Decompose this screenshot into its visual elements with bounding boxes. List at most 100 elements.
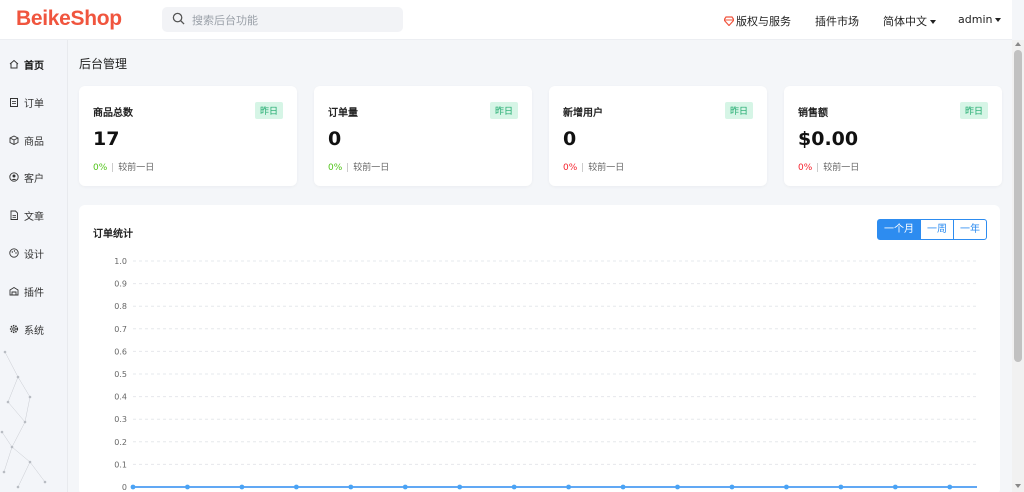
order-chart-card: 0 0.1 0.2 0.3 0.4 0.5 0.6 0.7 0.8 0.9 1.0 订单统计 一个月… <box>79 205 1000 492</box>
data-point[interactable] <box>185 484 190 490</box>
compare-label: 较前一日 <box>118 163 155 173</box>
language-label: 简体中文 <box>883 15 927 28</box>
data-point[interactable] <box>348 484 354 490</box>
card-footer: 0% 较前一日 <box>328 160 389 173</box>
range-week-button[interactable]: 一周 <box>920 219 954 240</box>
divider <box>347 163 349 172</box>
sidebar-item-label: 订单 <box>24 98 44 110</box>
stat-card-sales: 销售额 昨日 $0.00 0% 较前一日 <box>784 86 1002 186</box>
data-point[interactable] <box>892 484 898 490</box>
divider <box>112 163 114 172</box>
card-value: $0.00 <box>798 128 859 150</box>
user-name: admin <box>958 13 993 26</box>
stat-card-new-users: 新增用户 昨日 0 0% 较前一日 <box>549 86 767 186</box>
card-value: 0 <box>328 128 342 150</box>
top-header: BeikeShop 搜索后台功能 版权与服务 插件市场 简体中文 admin <box>0 0 1012 40</box>
user-circle-icon <box>9 172 19 182</box>
box-icon <box>9 135 19 145</box>
y-tick-label: 0 <box>122 483 127 492</box>
y-tick-label: 1.0 <box>114 257 127 266</box>
card-value: 17 <box>93 128 120 150</box>
y-tick-label: 0.1 <box>114 460 127 469</box>
period-badge: 昨日 <box>254 102 283 119</box>
sidebar-item-design[interactable]: 设计 <box>0 238 67 268</box>
range-selector: 一个月 一周 一年 <box>877 219 987 240</box>
chevron-down-icon <box>995 18 1002 22</box>
data-point[interactable] <box>130 484 136 490</box>
stat-card-orders: 订单量 昨日 0 0% 较前一日 <box>314 86 532 186</box>
card-title: 订单量 <box>328 108 358 119</box>
network-decoration <box>0 350 47 489</box>
data-point[interactable] <box>239 484 245 490</box>
y-tick-label: 0.7 <box>114 325 127 334</box>
data-point[interactable] <box>293 484 299 490</box>
card-footer: 0% 较前一日 <box>798 160 859 173</box>
sidebar-item-customers[interactable]: 客户 <box>0 162 67 192</box>
sidebar-item-label: 首页 <box>24 60 44 72</box>
range-year-button[interactable]: 一年 <box>953 219 987 240</box>
data-point[interactable] <box>838 484 844 490</box>
y-tick-label: 0.9 <box>114 280 127 289</box>
data-point[interactable] <box>947 484 953 490</box>
language-dropdown[interactable]: 简体中文 <box>883 13 936 29</box>
divider <box>817 163 819 172</box>
change-percent: 0% <box>563 163 578 173</box>
period-badge: 昨日 <box>959 102 988 119</box>
sidebar-item-label: 商品 <box>24 136 44 148</box>
scroll-down-icon[interactable] <box>1015 484 1021 488</box>
page-title: 后台管理 <box>79 57 128 71</box>
search-box[interactable]: 搜索后台功能 <box>162 7 403 32</box>
user-dropdown[interactable]: admin <box>958 13 1002 26</box>
y-tick-label: 0.2 <box>114 438 127 447</box>
sidebar-item-label: 文章 <box>24 211 44 223</box>
stat-card-products: 商品总数 昨日 17 0% 较前一日 <box>79 86 297 186</box>
data-point[interactable] <box>402 484 408 490</box>
y-tick-label: 0.5 <box>114 370 127 379</box>
scrollbar-thumb[interactable] <box>1014 50 1022 362</box>
card-title: 新增用户 <box>563 108 603 119</box>
sidebar-item-label: 客户 <box>24 173 44 185</box>
document-icon <box>10 210 18 220</box>
home-icon <box>9 59 19 69</box>
data-point[interactable] <box>729 484 735 490</box>
brand-logo[interactable]: BeikeShop <box>16 7 122 31</box>
card-title: 商品总数 <box>93 108 133 119</box>
sidebar: 首页 订单 商品 客户 文章 设计 插件 系统 <box>0 40 68 492</box>
data-point[interactable] <box>620 484 626 490</box>
order-line-chart: 0 0.1 0.2 0.3 0.4 0.5 0.6 0.7 0.8 0.9 1.0 <box>114 257 977 492</box>
y-tick-label: 0.3 <box>114 415 127 424</box>
sidebar-item-home[interactable]: 首页 <box>0 49 67 79</box>
search-input[interactable]: 搜索后台功能 <box>192 12 258 28</box>
data-point[interactable] <box>675 484 680 490</box>
compare-label: 较前一日 <box>588 163 625 173</box>
palette-icon <box>9 248 19 258</box>
sidebar-item-articles[interactable]: 文章 <box>0 200 67 230</box>
period-badge: 昨日 <box>489 102 518 119</box>
y-tick-label: 0.4 <box>114 393 127 402</box>
license-link[interactable]: 版权与服务 <box>723 13 791 29</box>
gem-icon <box>723 16 735 27</box>
data-point[interactable] <box>511 484 517 490</box>
range-month-button[interactable]: 一个月 <box>877 219 921 240</box>
compare-label: 较前一日 <box>823 163 860 173</box>
sidebar-item-label: 设计 <box>24 249 44 261</box>
data-point[interactable] <box>566 484 572 490</box>
compare-label: 较前一日 <box>353 163 390 173</box>
chart-title: 订单统计 <box>93 229 133 240</box>
change-percent: 0% <box>93 163 108 173</box>
card-footer: 0% 较前一日 <box>93 160 154 173</box>
sidebar-item-plugins[interactable]: 插件 <box>0 276 67 306</box>
data-point[interactable] <box>784 484 789 490</box>
data-point[interactable] <box>457 484 463 490</box>
plugin-market-link[interactable]: 插件市场 <box>815 13 859 29</box>
sidebar-item-orders[interactable]: 订单 <box>0 87 67 117</box>
change-percent: 0% <box>798 163 813 173</box>
scroll-up-icon[interactable] <box>1015 42 1021 46</box>
sidebar-item-products[interactable]: 商品 <box>0 125 67 155</box>
search-icon <box>172 12 185 25</box>
card-footer: 0% 较前一日 <box>563 160 624 173</box>
card-value: 0 <box>563 128 577 150</box>
license-label: 版权与服务 <box>736 15 791 28</box>
period-badge: 昨日 <box>724 102 753 119</box>
sidebar-item-label: 插件 <box>24 287 44 299</box>
